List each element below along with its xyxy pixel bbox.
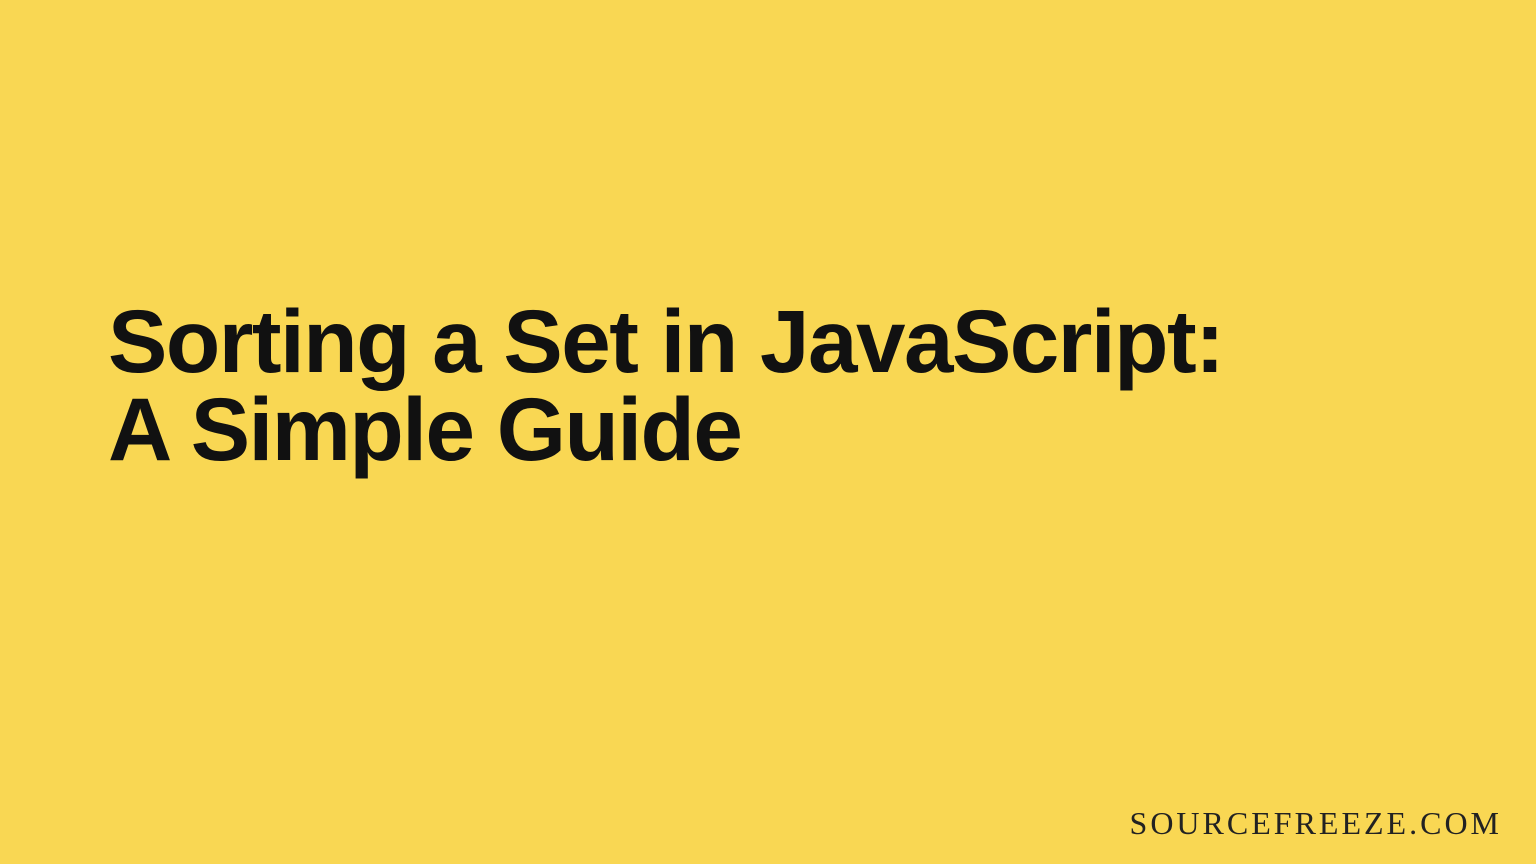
- page-title-line-2: A Simple Guide: [108, 379, 741, 479]
- page-title-line-1: Sorting a Set in JavaScript:: [108, 291, 1223, 391]
- site-watermark: SOURCEFREEZE.COM: [1130, 805, 1502, 842]
- page-title: Sorting a Set in JavaScript: A Simple Gu…: [108, 298, 1428, 473]
- hero-card: Sorting a Set in JavaScript: A Simple Gu…: [0, 0, 1536, 864]
